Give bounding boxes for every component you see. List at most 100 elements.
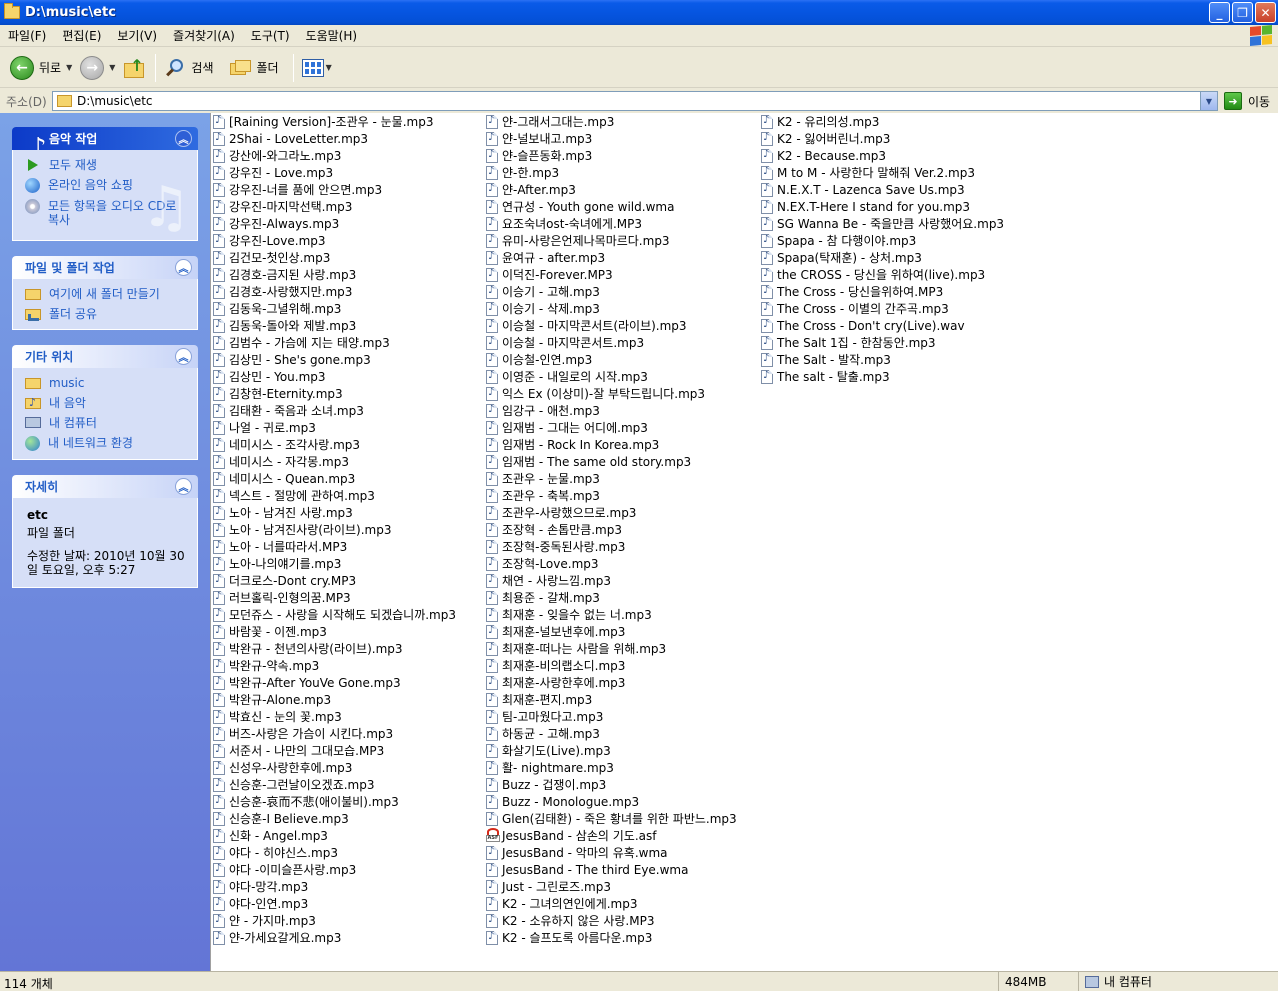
file-item[interactable]: 이승기 - 고해.mp3 <box>486 283 737 300</box>
file-item[interactable]: 김경호-금지된 사랑.mp3 <box>213 266 456 283</box>
details-header[interactable]: 자세히 ︽ <box>12 475 198 498</box>
file-item[interactable]: 네미시스 - Quean.mp3 <box>213 470 456 487</box>
file-item[interactable]: 모던쥬스 - 사랑을 시작해도 되겠습니까.mp3 <box>213 606 456 623</box>
file-item[interactable]: 김상민 - You.mp3 <box>213 368 456 385</box>
file-item[interactable]: 러브홀릭-인형의꿈.MP3 <box>213 589 456 606</box>
file-item[interactable]: 최재훈-떠나는 사람을 위해.mp3 <box>486 640 737 657</box>
menu-help[interactable]: 도움말(H) <box>298 27 366 44</box>
file-item[interactable]: 얀-슬픈동화.mp3 <box>486 147 737 164</box>
file-item[interactable]: 최재훈 - 잊을수 없는 너.mp3 <box>486 606 737 623</box>
collapse-chevron-icon[interactable]: ︽ <box>175 130 192 147</box>
file-item[interactable]: 최재훈-사랑한후에.mp3 <box>486 674 737 691</box>
file-item[interactable]: 이영준 - 내일로의 시작.mp3 <box>486 368 737 385</box>
file-item[interactable]: 야다-망각.mp3 <box>213 878 456 895</box>
back-button[interactable]: ← 뒤로 ▼ <box>6 52 76 84</box>
file-item[interactable]: 임재범 - 그대는 어디에.mp3 <box>486 419 737 436</box>
file-item[interactable]: 이승철 - 마지막콘서트.mp3 <box>486 334 737 351</box>
file-item[interactable]: 박완규-After YouVe Gone.mp3 <box>213 674 456 691</box>
file-item[interactable]: K2 - 잃어버린너.mp3 <box>761 130 1004 147</box>
file-item[interactable]: 서준서 - 나만의 그대모습.MP3 <box>213 742 456 759</box>
file-item[interactable]: 신승훈-I Believe.mp3 <box>213 810 456 827</box>
file-item[interactable]: 조장혁 - 손톱만큼.mp3 <box>486 521 737 538</box>
file-item[interactable]: The Salt 1집 - 한참동안.mp3 <box>761 334 1004 351</box>
file-item[interactable]: 김경호-사랑했지만.mp3 <box>213 283 456 300</box>
file-item[interactable]: 얀-그래서그대는.mp3 <box>486 113 737 130</box>
file-item[interactable]: 강우진-Always.mp3 <box>213 215 456 232</box>
file-item[interactable]: [Raining Version]-조관우 - 눈물.mp3 <box>213 113 456 130</box>
folders-button[interactable]: 폴더 <box>226 52 283 84</box>
file-item[interactable]: 2Shai - LoveLetter.mp3 <box>213 130 456 147</box>
file-item[interactable]: Glen(김태환) - 죽은 황녀를 위한 파반느.mp3 <box>486 810 737 827</box>
file-item[interactable]: 강우진-마지막선택.mp3 <box>213 198 456 215</box>
file-item[interactable]: 김상민 - She's gone.mp3 <box>213 351 456 368</box>
file-item[interactable]: 네미시스 - 조각사랑.mp3 <box>213 436 456 453</box>
file-item[interactable]: 김동욱-그녈위해.mp3 <box>213 300 456 317</box>
collapse-chevron-icon[interactable]: ︽ <box>175 478 192 495</box>
file-item[interactable]: The salt - 탈출.mp3 <box>761 368 1004 385</box>
file-tasks-header[interactable]: 파일 및 폴더 작업 ︽ <box>12 256 198 279</box>
file-item[interactable]: 강우진-너를 품에 안으면.mp3 <box>213 181 456 198</box>
file-item[interactable]: 노아 - 남겨진 사랑.mp3 <box>213 504 456 521</box>
file-item[interactable]: 박효신 - 눈의 꽃.mp3 <box>213 708 456 725</box>
views-dropdown-icon[interactable]: ▼ <box>326 63 332 72</box>
file-item[interactable]: 요조숙녀ost-숙녀에게.MP3 <box>486 215 737 232</box>
file-item[interactable]: K2 - 슬프도록 아름다운.mp3 <box>486 929 737 946</box>
title-bar[interactable]: D:\music\etc _ ❐ ✕ <box>0 0 1278 25</box>
file-item[interactable]: 하동균 - 고해.mp3 <box>486 725 737 742</box>
file-item[interactable]: N.E.X.T - Lazenca Save Us.mp3 <box>761 181 1004 198</box>
file-item[interactable]: 얀-한.mp3 <box>486 164 737 181</box>
collapse-chevron-icon[interactable]: ︽ <box>175 348 192 365</box>
file-item[interactable]: The Cross - Don't cry(Live).wav <box>761 317 1004 334</box>
file-item[interactable]: Spapa(탁재훈) - 상처.mp3 <box>761 249 1004 266</box>
address-input[interactable]: D:\music\etc ▼ <box>52 91 1218 111</box>
file-item[interactable]: 최재훈-널보낸후에.mp3 <box>486 623 737 640</box>
other-places-header[interactable]: 기타 위치 ︽ <box>12 345 198 368</box>
file-item[interactable]: 신승훈-哀而不悲(애이불비).mp3 <box>213 793 456 810</box>
file-item[interactable]: 익스 Ex (이상미)-잘 부탁드립니다.mp3 <box>486 385 737 402</box>
file-item[interactable]: 최용준 - 갈채.mp3 <box>486 589 737 606</box>
file-item[interactable]: 바람꽃 - 이젠.mp3 <box>213 623 456 640</box>
file-item[interactable]: 임재범 - Rock In Korea.mp3 <box>486 436 737 453</box>
file-item[interactable]: 얀-널보내고.mp3 <box>486 130 737 147</box>
forward-dropdown-icon[interactable]: ▼ <box>109 63 115 72</box>
file-item[interactable]: 최재훈-편지.mp3 <box>486 691 737 708</box>
file-item[interactable]: 야다-인연.mp3 <box>213 895 456 912</box>
place-my-computer-link[interactable]: 내 컴퓨터 <box>25 416 189 430</box>
go-button[interactable]: ➜ 이동 <box>1224 92 1270 110</box>
forward-button[interactable]: → ▼ <box>76 52 119 84</box>
file-item[interactable]: 더크로스-Dont cry.MP3 <box>213 572 456 589</box>
file-item[interactable]: 이덕진-Forever.MP3 <box>486 266 737 283</box>
file-item[interactable]: 팀-고마웠다고.mp3 <box>486 708 737 725</box>
file-item[interactable]: 최재훈-비의랩소디.mp3 <box>486 657 737 674</box>
address-dropdown-icon[interactable]: ▼ <box>1200 92 1217 110</box>
file-item[interactable]: 임재범 - The same old story.mp3 <box>486 453 737 470</box>
file-item[interactable]: K2 - Because.mp3 <box>761 147 1004 164</box>
menu-file[interactable]: 파일(F) <box>0 27 54 44</box>
place-my-network-link[interactable]: 내 네트워크 환경 <box>25 436 189 451</box>
file-item[interactable]: 김창현-Eternity.mp3 <box>213 385 456 402</box>
file-item[interactable]: 신성우-사랑한후에.mp3 <box>213 759 456 776</box>
file-item[interactable]: N.EX.T-Here I stand for you.mp3 <box>761 198 1004 215</box>
file-item[interactable]: 노아-나의얘기를.mp3 <box>213 555 456 572</box>
file-item[interactable]: M to M - 사랑한다 말해줘 Ver.2.mp3 <box>761 164 1004 181</box>
menu-tools[interactable]: 도구(T) <box>243 27 298 44</box>
file-item[interactable]: 나얼 - 귀로.mp3 <box>213 419 456 436</box>
file-item[interactable]: Buzz - 겁쟁이.mp3 <box>486 776 737 793</box>
file-item[interactable]: 얀-가세요갈게요.mp3 <box>213 929 456 946</box>
file-item[interactable]: 신승훈-그런날이오겠죠.mp3 <box>213 776 456 793</box>
menu-favorites[interactable]: 즐겨찾기(A) <box>165 27 243 44</box>
file-item[interactable]: 넥스트 - 절망에 관하여.mp3 <box>213 487 456 504</box>
file-item[interactable]: 네미시스 - 자각몽.mp3 <box>213 453 456 470</box>
file-item[interactable]: 연규성 - Youth gone wild.wma <box>486 198 737 215</box>
file-item[interactable]: 얀 - 가지마.mp3 <box>213 912 456 929</box>
file-item[interactable]: 화살기도(Live).mp3 <box>486 742 737 759</box>
file-item[interactable]: 야다 -이미슬픈사랑.mp3 <box>213 861 456 878</box>
file-item[interactable]: 채연 - 사랑느낌.mp3 <box>486 572 737 589</box>
file-item[interactable]: 김동욱-돌아와 제발.mp3 <box>213 317 456 334</box>
file-item[interactable]: 노아 - 남겨진사랑(라이브).mp3 <box>213 521 456 538</box>
file-item[interactable]: The Salt - 발작.mp3 <box>761 351 1004 368</box>
file-item[interactable]: K2 - 그녀의연인에게.mp3 <box>486 895 737 912</box>
file-item[interactable]: 노아 - 너를따라서.MP3 <box>213 538 456 555</box>
file-item[interactable]: 강우진 - Love.mp3 <box>213 164 456 181</box>
file-item[interactable]: 윤여규 - after.mp3 <box>486 249 737 266</box>
